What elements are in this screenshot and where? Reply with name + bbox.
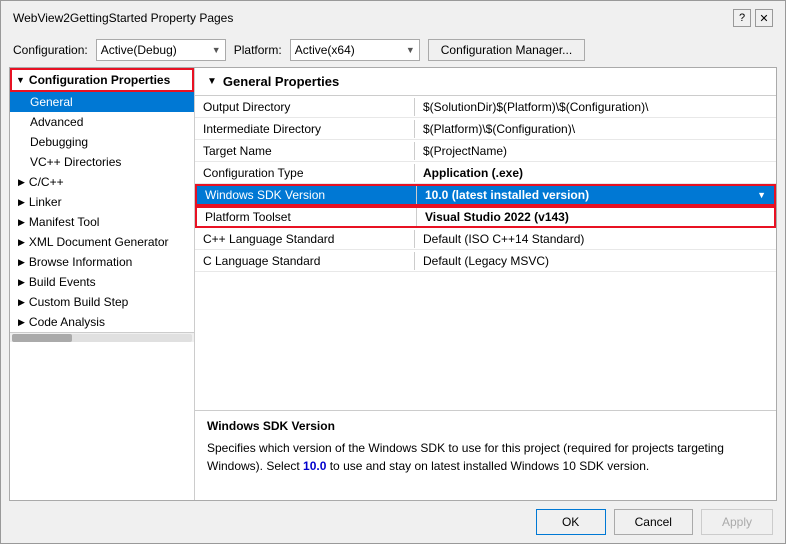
prop-name-sdk: Windows SDK Version [197,186,417,204]
sidebar-section-header[interactable]: ▼ Configuration Properties [10,68,194,92]
sidebar-item-general[interactable]: General [10,92,194,112]
platform-select[interactable]: Active(x64) ▼ [290,39,420,61]
table-row[interactable]: Configuration Type Application (.exe) [195,162,776,184]
prop-value-toolset: Visual Studio 2022 (v143) [417,208,774,226]
sidebar-item-advanced[interactable]: Advanced [10,112,194,132]
prop-value: $(ProjectName) [415,142,776,160]
close-button[interactable]: ✕ [755,9,773,27]
config-select-arrow-icon: ▼ [212,45,221,55]
table-row[interactable]: Target Name $(ProjectName) [195,140,776,162]
prop-name: Output Directory [195,98,415,116]
dialog: WebView2GettingStarted Property Pages ? … [0,0,786,544]
sidebar-item-debugging[interactable]: Debugging [10,132,194,152]
scrollbar-thumb[interactable] [12,334,72,342]
content-header-collapse-icon: ▼ [207,76,217,87]
config-select[interactable]: Active(Debug) ▼ [96,39,226,61]
prop-name: Configuration Type [195,164,415,182]
section-collapse-icon: ▼ [16,75,25,85]
title-bar: WebView2GettingStarted Property Pages ? … [1,1,785,33]
cancel-button[interactable]: Cancel [614,509,693,535]
help-button[interactable]: ? [733,9,751,27]
desc-text: Specifies which version of the Windows S… [207,439,764,475]
table-row[interactable]: Intermediate Directory $(Platform)\$(Con… [195,118,776,140]
prop-name: Target Name [195,142,415,160]
desc-title: Windows SDK Version [207,419,764,433]
table-row-sdk[interactable]: Windows SDK Version 10.0 (latest install… [195,184,776,206]
sidebar-item-browse[interactable]: ▶ Browse Information [10,252,194,272]
description-panel: Windows SDK Version Specifies which vers… [195,410,776,500]
expand-icon: ▶ [18,257,25,268]
prop-name: Intermediate Directory [195,120,415,138]
sidebar-item-code-analysis[interactable]: ▶ Code Analysis [10,312,194,332]
sidebar-item-custom-build[interactable]: ▶ Custom Build Step [10,292,194,312]
prop-value: Application (.exe) [415,164,776,182]
prop-value-sdk: 10.0 (latest installed version) ▼ [417,186,774,204]
expand-icon: ▶ [18,197,25,208]
config-row: Configuration: Active(Debug) ▼ Platform:… [1,33,785,67]
prop-value: $(Platform)\$(Configuration)\ [415,120,776,138]
sidebar-item-build-events[interactable]: ▶ Build Events [10,272,194,292]
expand-icon: ▶ [18,177,25,188]
config-manager-button[interactable]: Configuration Manager... [428,39,585,61]
title-bar-buttons: ? ✕ [733,9,773,27]
expand-icon: ▶ [18,237,25,248]
content-header: ▼ General Properties [195,68,776,96]
content-area: ▼ General Properties Output Directory $(… [195,68,776,500]
expand-icon: ▶ [18,217,25,228]
desc-highlight: 10.0 [303,459,326,473]
prop-value: Default (Legacy MSVC) [415,252,776,270]
platform-label: Platform: [234,43,282,57]
table-row[interactable]: C++ Language Standard Default (ISO C++14… [195,228,776,250]
expand-icon: ▶ [18,297,25,308]
sidebar-section-label: Configuration Properties [29,73,170,87]
sidebar: ▼ Configuration Properties General Advan… [10,68,195,500]
config-label: Configuration: [13,43,88,57]
sdk-dropdown-arrow-icon: ▼ [757,190,766,200]
dialog-title: WebView2GettingStarted Property Pages [13,11,233,25]
sidebar-item-cpp[interactable]: ▶ C/C++ [10,172,194,192]
sidebar-item-manifest[interactable]: ▶ Manifest Tool [10,212,194,232]
expand-icon: ▶ [18,317,25,328]
sidebar-item-xml[interactable]: ▶ XML Document Generator [10,232,194,252]
prop-name-toolset: Platform Toolset [197,208,417,226]
apply-button[interactable]: Apply [701,509,773,535]
platform-select-arrow-icon: ▼ [406,45,415,55]
bottom-bar: OK Cancel Apply [1,501,785,543]
content-header-label: General Properties [223,74,339,89]
prop-value: Default (ISO C++14 Standard) [415,230,776,248]
properties-table: Output Directory $(SolutionDir)$(Platfor… [195,96,776,410]
sidebar-item-vcdirs[interactable]: VC++ Directories [10,152,194,172]
scrollbar-track [12,334,192,342]
prop-name: C Language Standard [195,252,415,270]
table-row[interactable]: C Language Standard Default (Legacy MSVC… [195,250,776,272]
expand-icon: ▶ [18,277,25,288]
table-row[interactable]: Output Directory $(SolutionDir)$(Platfor… [195,96,776,118]
table-row-toolset[interactable]: Platform Toolset Visual Studio 2022 (v14… [195,206,776,228]
prop-value: $(SolutionDir)$(Platform)\$(Configuratio… [415,98,776,116]
prop-name: C++ Language Standard [195,230,415,248]
main-area: ▼ Configuration Properties General Advan… [9,67,777,501]
sidebar-item-linker[interactable]: ▶ Linker [10,192,194,212]
sidebar-scrollbar[interactable] [10,332,194,342]
ok-button[interactable]: OK [536,509,606,535]
